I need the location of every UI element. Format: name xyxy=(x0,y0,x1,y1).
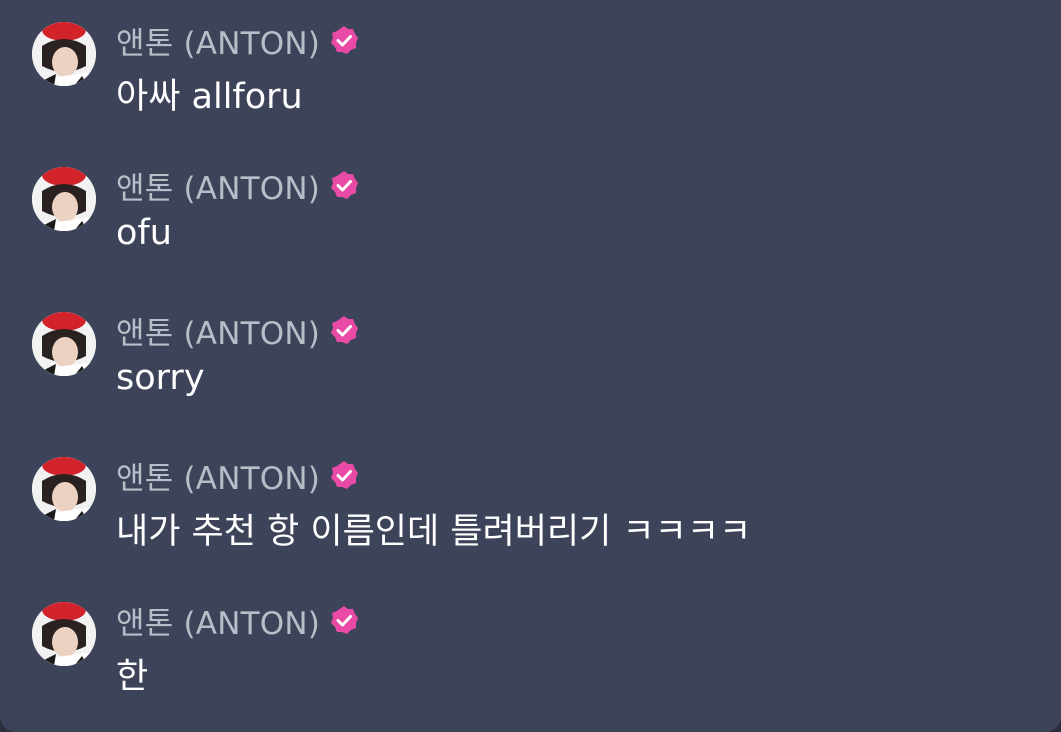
message-text: 아싸 allforu xyxy=(116,77,303,117)
message-text: 내가 추천 항 이름인데 틀려버리기 ㅋㅋㅋㅋ xyxy=(116,512,752,552)
message-text: sorry xyxy=(116,358,205,398)
message-text: ofu xyxy=(116,213,172,253)
sender-name: 앤톤 (ANTON) xyxy=(116,605,321,642)
verified-badge-icon xyxy=(331,461,359,489)
chat-message: 앤톤 (ANTON) 한 xyxy=(32,602,1032,732)
chat-message: 앤톤 (ANTON) 아싸 allforu xyxy=(32,22,1032,152)
sender-name: 앤톤 (ANTON) xyxy=(116,315,321,352)
chat-message: 앤톤 (ANTON) ofu xyxy=(32,167,1032,297)
avatar[interactable] xyxy=(32,457,96,521)
avatar[interactable] xyxy=(32,22,96,86)
sender-name: 앤톤 (ANTON) xyxy=(116,170,321,207)
verified-badge-icon xyxy=(331,606,359,634)
chat-message: 앤톤 (ANTON) 내가 추천 항 이름인데 틀려버리기 ㅋㅋㅋㅋ xyxy=(32,457,1032,587)
sender-name: 앤톤 (ANTON) xyxy=(116,460,321,497)
verified-badge-icon xyxy=(331,316,359,344)
avatar[interactable] xyxy=(32,602,96,666)
avatar[interactable] xyxy=(32,167,96,231)
avatar[interactable] xyxy=(32,312,96,376)
sender-name: 앤톤 (ANTON) xyxy=(116,25,321,62)
chat-panel: 앤톤 (ANTON) 아싸 allforu 앤톤 (ANTON) ofu 앤톤 … xyxy=(0,0,1061,732)
verified-badge-icon xyxy=(331,171,359,199)
message-text: 한 xyxy=(116,657,149,697)
verified-badge-icon xyxy=(331,26,359,54)
chat-message: 앤톤 (ANTON) sorry xyxy=(32,312,1032,442)
